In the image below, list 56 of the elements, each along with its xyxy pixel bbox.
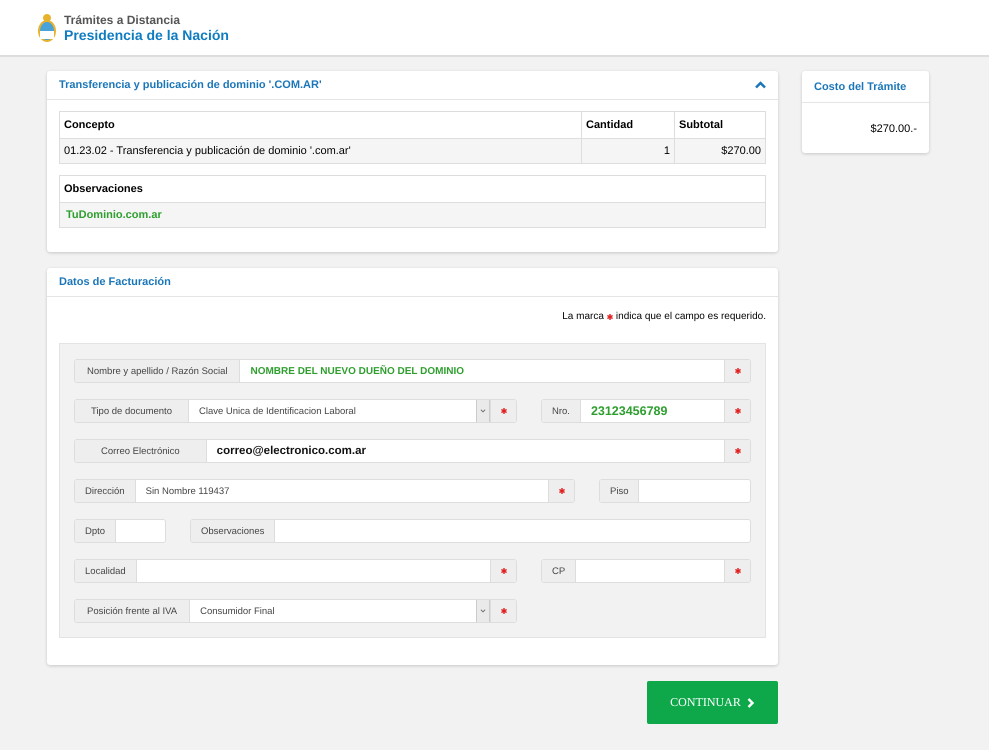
column-header: Cantidad	[581, 112, 674, 139]
field-label: Dpto	[75, 520, 116, 542]
input-field[interactable]: Localidad	[74, 559, 517, 583]
field-value: correo@electronico.com.ar	[216, 445, 366, 457]
column-header: Subtotal	[674, 112, 765, 139]
field-value: 23123456789	[590, 404, 668, 418]
field-value: NOMBRE DEL NUEVO DUEÑO DEL DOMINIO	[250, 366, 464, 376]
field-label: Localidad	[75, 560, 137, 582]
panel-title: Costo del Trámite	[814, 80, 906, 92]
input-field[interactable]: Dirección Sin Nombre 119437	[74, 479, 575, 503]
site-subtitle: Trámites a Distancia	[64, 12, 182, 26]
input-field[interactable]: Dpto	[74, 519, 166, 543]
table-cell: 01.23.02 - Transferencia y publicación de dominio '.com.ar'	[60, 139, 581, 163]
field-label: Observaciones	[191, 520, 276, 542]
field-label: Nombre y apellido / Razón Social	[75, 360, 240, 382]
cost-amount: $270.00.-	[870, 122, 918, 137]
chevron-up-icon[interactable]	[755, 81, 766, 89]
asterisk-icon	[734, 368, 740, 374]
asterisk-icon	[734, 408, 740, 414]
input-field[interactable]: CP	[541, 559, 751, 583]
input-field[interactable]: Nro. 23123456789	[541, 399, 751, 423]
required-note: indica que el campo es requerido.	[616, 311, 766, 322]
asterisk-icon	[500, 608, 506, 614]
input-field[interactable]: Observaciones	[190, 519, 751, 543]
caret-icon[interactable]	[476, 600, 490, 622]
table-cell: 1	[581, 139, 674, 163]
field-value: Clave Unica de Identificacion Laboral	[198, 406, 356, 416]
field-label: Posición frente al IVA	[75, 600, 190, 622]
field-label: Tipo de documento	[75, 400, 189, 422]
asterisk-icon	[500, 408, 506, 414]
input-field[interactable]: Correo Electrónico correo@electronico.com.ar	[74, 439, 751, 463]
caret-icon[interactable]	[476, 400, 490, 422]
input-field[interactable]: Nombre y apellido / Razón Social NOMBRE DEL NUEVO DUEÑO DEL DOMINIO	[74, 359, 751, 383]
required-note: La marca	[562, 311, 604, 322]
panel-title: Datos de Facturación	[59, 276, 171, 288]
field-label: Piso	[600, 480, 640, 502]
select-field[interactable]: Posición frente al IVA Consumidor Final	[74, 599, 517, 623]
field-value: Consumidor Final	[200, 606, 275, 616]
table-cell: TuDominio.com.ar	[60, 203, 765, 227]
coat-of-arms-logo	[36, 12, 58, 42]
panel-title: Transferencia y publicación de dominio '.COM.AR'	[59, 79, 322, 91]
asterisk-icon	[734, 448, 740, 454]
field-label: Dirección	[75, 480, 136, 502]
input-field[interactable]: Piso	[599, 479, 751, 503]
field-label: Correo Electrónico	[75, 440, 207, 462]
field-value: Sin Nombre 119437	[146, 486, 230, 496]
field-label: Nro.	[542, 400, 581, 422]
asterisk-icon	[500, 568, 506, 574]
asterisk-icon	[606, 314, 613, 320]
asterisk-icon	[558, 488, 564, 494]
chevron-right-icon	[746, 698, 755, 708]
select-field[interactable]: Tipo de documento Clave Unica de Identificacion Laboral	[74, 399, 517, 423]
site-title: Presidencia de la Nación	[64, 26, 229, 42]
field-label: CP	[542, 560, 576, 582]
asterisk-icon	[734, 568, 740, 574]
table-cell: $270.00	[674, 139, 765, 163]
